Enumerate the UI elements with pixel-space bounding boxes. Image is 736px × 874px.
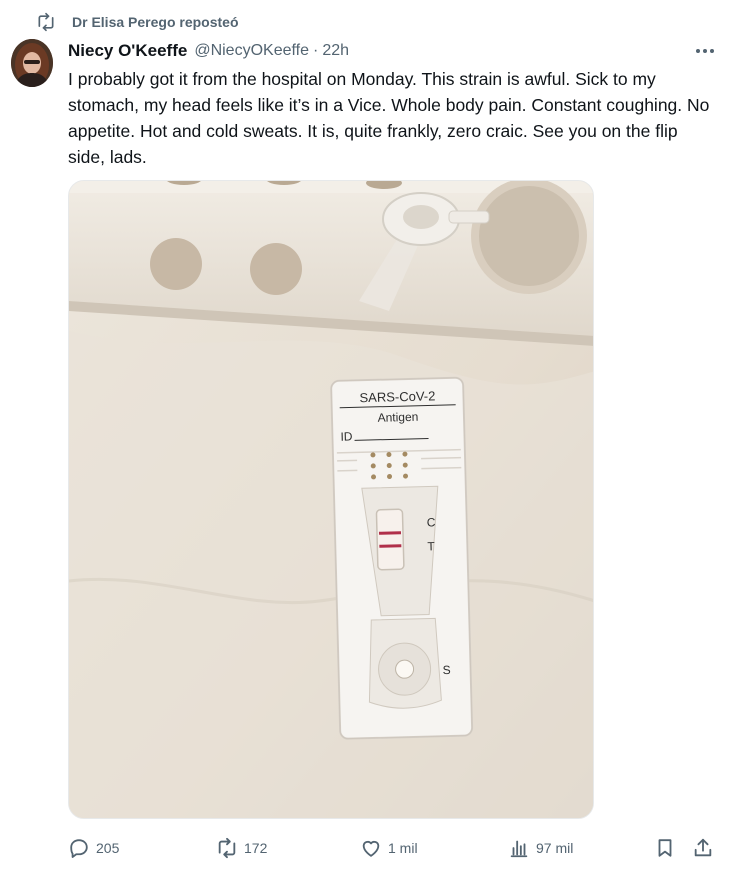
share-icon (694, 838, 712, 857)
avatar[interactable] (11, 39, 53, 87)
view-count: 97 mil (536, 840, 574, 856)
test-label: T (427, 539, 435, 553)
share-button[interactable] (692, 834, 714, 862)
repost-text: Dr Elisa Perego reposteó (72, 14, 239, 30)
like-count: 1 mil (388, 840, 418, 856)
sample-label: S (442, 663, 450, 677)
repost-indicator[interactable]: Dr Elisa Perego reposteó (36, 12, 239, 32)
control-line (378, 531, 402, 535)
reply-icon (70, 839, 88, 858)
author-handle[interactable]: @NiecyOKeeffe (194, 42, 309, 60)
repost-button[interactable]: 172 (216, 834, 267, 862)
timestamp[interactable]: 22h (322, 42, 349, 60)
id-label: ID (340, 429, 353, 443)
test-brand-line2: Antigen (377, 410, 418, 425)
tweet-header: Niecy O'Keeffe @NiecyOKeeffe · 22h (68, 40, 716, 62)
views-button[interactable]: 97 mil (508, 834, 573, 862)
repost-icon (218, 837, 236, 859)
tweet-text: I probably got it from the hospital on M… (68, 69, 710, 167)
test-line (379, 544, 402, 548)
reply-button[interactable]: 205 (68, 834, 119, 862)
analytics-icon (510, 840, 528, 858)
tweet-action-bar: 205 172 1 mil 97 mil (68, 834, 718, 862)
reply-count: 205 (96, 840, 120, 856)
like-button[interactable]: 1 mil (360, 834, 418, 862)
bookmark-icon (658, 839, 672, 857)
control-label: C (427, 515, 436, 529)
more-options-icon[interactable] (694, 40, 716, 62)
heart-icon (362, 840, 380, 857)
bookmark-button[interactable] (654, 834, 676, 862)
tweet-photo[interactable]: SARS-CoV-2 Antigen ID C T S (68, 180, 594, 819)
antigen-test-cassette: SARS-CoV-2 Antigen ID C T S (330, 376, 474, 740)
separator-dot: · (313, 42, 319, 59)
repost-icon (38, 12, 54, 32)
repost-count: 172 (244, 840, 268, 856)
author-name[interactable]: Niecy O'Keeffe (68, 41, 187, 61)
test-brand-line1: SARS-CoV-2 (359, 388, 435, 405)
